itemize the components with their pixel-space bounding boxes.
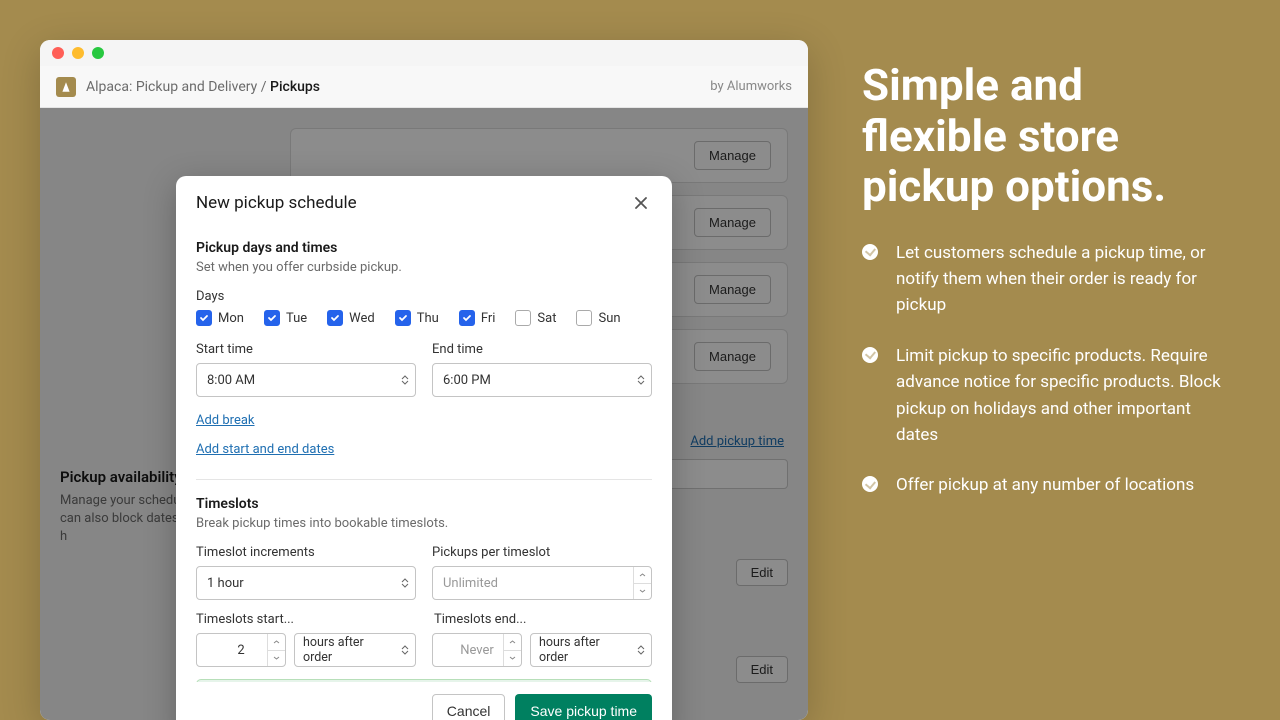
section-title: Timeslots [196, 496, 652, 512]
ts-start-value[interactable]: 2 [196, 633, 286, 667]
day-checkbox[interactable] [576, 310, 592, 326]
ts-start-label: Timeslots start... [196, 612, 416, 627]
window-close-icon[interactable] [52, 47, 64, 59]
day-label: Sun [598, 311, 620, 326]
per-timeslot-input[interactable]: Unlimited [432, 566, 652, 600]
new-pickup-modal: New pickup schedule Pickup days and time… [176, 176, 672, 720]
section-subtitle: Break pickup times into bookable timeslo… [196, 516, 652, 531]
section-title: Pickup days and times [196, 240, 652, 256]
end-time-select[interactable]: 6:00 PM [432, 363, 652, 397]
day-label: Fri [481, 311, 496, 326]
add-break-link[interactable]: Add break [196, 413, 255, 428]
breadcrumb: Alpaca: Pickup and Delivery / Pickups [86, 79, 320, 95]
per-timeslot-label: Pickups per timeslot [432, 545, 652, 560]
bullet-text: Let customers schedule a pickup time, or… [896, 240, 1232, 319]
save-button[interactable]: Save pickup time [515, 694, 652, 720]
window-titlebar [40, 40, 808, 66]
day-checkbox[interactable] [395, 310, 411, 326]
marketing-panel: Simple and flexible store pickup options… [862, 60, 1232, 523]
day-label: Wed [349, 311, 375, 326]
marketing-headline: Simple and flexible store pickup options… [862, 60, 1232, 212]
add-dates-link[interactable]: Add start and end dates [196, 442, 334, 457]
ts-end-label: Timeslots end... [432, 612, 652, 627]
day-label: Sat [537, 311, 556, 326]
day-label: Mon [218, 311, 244, 326]
ts-end-value[interactable]: Never [432, 633, 522, 667]
day-checkbox[interactable] [459, 310, 475, 326]
start-time-select[interactable]: 8:00 AM [196, 363, 416, 397]
ts-end-unit[interactable]: hours after order [530, 633, 652, 667]
vendor-label: by Alumworks [710, 79, 792, 94]
check-icon [862, 347, 878, 363]
day-label: Thu [417, 311, 439, 326]
day-checkbox[interactable] [327, 310, 343, 326]
app-header: Alpaca: Pickup and Delivery / Pickups by… [40, 66, 808, 108]
increments-select[interactable]: 1 hour [196, 566, 416, 600]
section-subtitle: Set when you offer curbside pickup. [196, 260, 652, 275]
app-window: Alpaca: Pickup and Delivery / Pickups by… [40, 40, 808, 720]
day-checkbox[interactable] [264, 310, 280, 326]
day-label: Tue [286, 311, 307, 326]
bullet-text: Limit pickup to specific products. Requi… [896, 343, 1232, 448]
check-icon [862, 244, 878, 260]
window-zoom-icon[interactable] [92, 47, 104, 59]
increments-label: Timeslot increments [196, 545, 416, 560]
days-label: Days [196, 289, 652, 304]
modal-title: New pickup schedule [196, 193, 357, 213]
cancel-button[interactable]: Cancel [432, 694, 506, 720]
day-checkbox[interactable] [196, 310, 212, 326]
app-logo-icon [56, 77, 76, 97]
close-icon[interactable] [630, 192, 652, 214]
start-time-label: Start time [196, 342, 416, 357]
day-checkbox[interactable] [515, 310, 531, 326]
bullet-text: Offer pickup at any number of locations [896, 472, 1194, 498]
check-icon [862, 476, 878, 492]
window-minimize-icon[interactable] [72, 47, 84, 59]
ts-start-unit[interactable]: hours after order [294, 633, 416, 667]
end-time-label: End time [432, 342, 652, 357]
breadcrumb-app[interactable]: Alpaca: Pickup and Delivery [86, 79, 257, 95]
breadcrumb-current: Pickups [270, 79, 320, 95]
